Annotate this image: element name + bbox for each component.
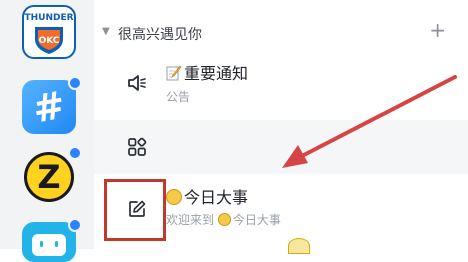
speaker-icon bbox=[122, 68, 152, 98]
server-thunder[interactable]: THUNDER OKC bbox=[22, 5, 76, 59]
unread-indicator bbox=[68, 76, 82, 90]
channel-announcement-title: 重要通知 bbox=[184, 64, 249, 83]
svg-text:OKC: OKC bbox=[39, 36, 60, 46]
add-channel-button[interactable]: + bbox=[429, 20, 446, 40]
z-letter-icon: Z bbox=[24, 152, 74, 202]
channel-announcement[interactable]: 重要通知 公告 bbox=[94, 56, 468, 116]
thinking-face-emoji-icon bbox=[166, 189, 182, 205]
highlight-box bbox=[104, 179, 166, 241]
channel-today-subtitle-name: 今日大事 bbox=[232, 213, 281, 227]
channel-today-subtitle-prefix: 欢迎来到 bbox=[166, 213, 215, 227]
tv-mascot-icon bbox=[32, 234, 66, 256]
channel-group-title: 很高兴遇见你 bbox=[118, 27, 202, 43]
unread-indicator bbox=[68, 146, 82, 160]
peek-emoji-icon bbox=[288, 238, 310, 254]
channel-announcement-title-row: 重要通知 bbox=[166, 60, 248, 84]
z-glyph: Z bbox=[37, 158, 61, 196]
apps-grid-icon bbox=[122, 132, 152, 162]
channel-today-subtitle: 欢迎来到 今日大事 bbox=[166, 211, 281, 228]
channel-today-title: 今日大事 bbox=[184, 188, 249, 207]
server-thunder-name: THUNDER bbox=[24, 13, 74, 23]
channel-today-title-row: 今日大事 bbox=[166, 184, 248, 208]
tv-mascot-face-icon bbox=[40, 241, 58, 247]
memo-emoji-icon bbox=[166, 65, 182, 81]
server-z[interactable]: Z bbox=[22, 146, 82, 204]
channel-apps[interactable] bbox=[94, 120, 468, 174]
thunder-okc-logo-icon: OKC bbox=[35, 27, 63, 54]
server-bili[interactable] bbox=[22, 218, 82, 262]
channel-announcement-subtitle: 公告 bbox=[166, 90, 191, 104]
unread-indicator bbox=[68, 218, 82, 232]
thinking-face-emoji-icon bbox=[217, 213, 231, 226]
chevron-down-icon[interactable]: ▼ bbox=[102, 26, 110, 37]
hashtag-icon: # bbox=[29, 82, 69, 132]
server-rail: THUNDER OKC # Z bbox=[0, 0, 94, 262]
server-hashtag[interactable]: # bbox=[22, 76, 82, 134]
channel-group-header[interactable]: ▼ 很高兴遇见你 + bbox=[94, 20, 468, 48]
